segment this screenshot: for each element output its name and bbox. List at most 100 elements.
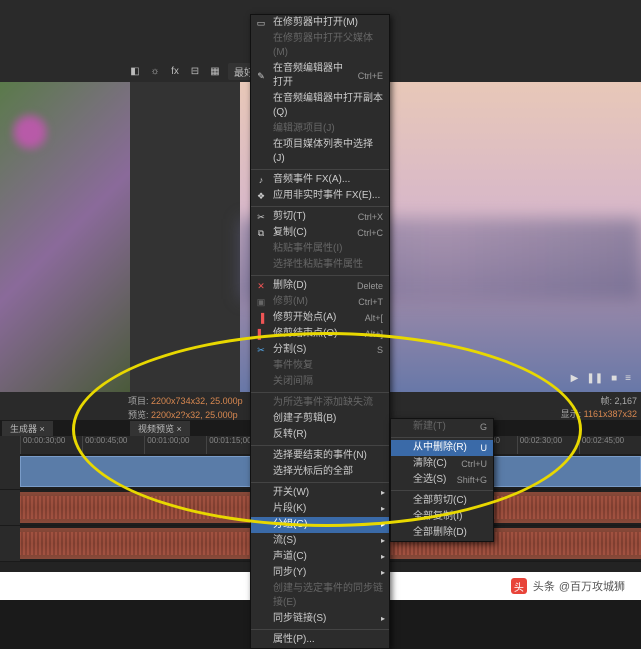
submenu-remove-from[interactable]: 从中删除(R) U: [391, 440, 493, 456]
menu-copy[interactable]: ⧉复制(C)Ctrl+C: [251, 225, 389, 241]
menu-icon[interactable]: ≡: [625, 373, 631, 384]
menu-select-all-after-cursor[interactable]: 选择光标后的全部: [251, 464, 389, 480]
menu-reverse[interactable]: 反转(R): [251, 427, 389, 443]
context-menu[interactable]: ▭在修剪器中打开(M) 在修剪器中打开父媒体(M) ✎在音频编辑器中打开Ctrl…: [250, 14, 390, 649]
close-icon[interactable]: ×: [40, 424, 45, 434]
submenu-cut-all[interactable]: 全部剪切(C): [391, 493, 493, 509]
menu-label: 在音频编辑器中打开副本(Q): [273, 92, 383, 120]
video-editor-window: ◧ ☼ fx ⊟ ▦ 最好(完整) ▾ ▶ ❚❚ ■ ≡ 项目:: [0, 0, 641, 572]
author-label: @百万攻城狮: [559, 578, 625, 594]
copy-icon: ⧉: [255, 227, 267, 239]
trim-icon: ▣: [255, 296, 267, 308]
menu-label: 创建与选定事件的同步链接(E): [273, 582, 383, 610]
menu-label: 声道(C): [273, 550, 307, 564]
display-label: 显示:: [561, 409, 582, 419]
menu-stream[interactable]: 流(S)▸: [251, 533, 389, 549]
menu-shortcut: G: [472, 420, 487, 434]
menu-label: 修剪开始点(A): [273, 311, 336, 325]
menu-sync-link[interactable]: 同步链接(S)▸: [251, 611, 389, 627]
submenu-select-all[interactable]: 全选(S)Shift+G: [391, 472, 493, 488]
fx-icon[interactable]: fx: [168, 64, 182, 78]
stop-icon[interactable]: ■: [611, 373, 617, 384]
menu-open-in-trimmer[interactable]: ▭在修剪器中打开(M): [251, 15, 389, 31]
chevron-right-icon: ▸: [381, 502, 385, 516]
preview-mode-icon[interactable]: ◧: [128, 64, 142, 78]
menu-label: 新建(T): [413, 420, 446, 434]
menu-shortcut: U: [473, 441, 488, 455]
menu-open-copy-in-audio-editor[interactable]: 在音频编辑器中打开副本(Q): [251, 91, 389, 121]
menu-separator: [251, 482, 389, 483]
menu-split[interactable]: ✂ 分割(S) S: [251, 342, 389, 358]
menu-open-in-audio-editor[interactable]: ✎在音频编辑器中打开Ctrl+E: [251, 61, 389, 91]
menu-select-events-to-end[interactable]: 选择要结束的事件(N): [251, 448, 389, 464]
split-icon: ✂: [255, 344, 267, 356]
preview-value: 2200x2?x32, 25.000p: [151, 410, 238, 420]
menu-group[interactable]: 分组(G)▸: [251, 517, 389, 533]
chevron-right-icon: ▸: [381, 486, 385, 500]
submenu-clear[interactable]: 清除(C)Ctrl+U: [391, 456, 493, 472]
menu-label: 在修剪器中打开父媒体(M): [273, 32, 383, 60]
ruler-tick: 00:02:45;00: [579, 436, 641, 454]
menu-trim-end[interactable]: ▌修剪结束点(O)Alt+]: [251, 326, 389, 342]
split-icon[interactable]: ⊟: [188, 64, 202, 78]
menu-add-missing-stream: 为所选事件添加缺失流: [251, 395, 389, 411]
chevron-right-icon: ▸: [381, 518, 385, 532]
menu-shortcut: S: [369, 343, 383, 357]
submenu-copy-all[interactable]: 全部复制(I): [391, 509, 493, 525]
menu-label: 音频事件 FX(A)...: [273, 173, 350, 187]
ruler-tick: 00:01:00;00: [144, 436, 206, 454]
play-icon[interactable]: ▶: [571, 373, 579, 384]
quality-icon[interactable]: ☼: [148, 64, 162, 78]
menu-label: 粘贴事件属性(I): [273, 242, 342, 256]
menu-label: 全部复制(I): [413, 510, 462, 524]
pause-icon[interactable]: ❚❚: [586, 373, 603, 384]
close-icon[interactable]: ×: [177, 424, 182, 434]
chevron-right-icon: ▸: [381, 612, 385, 626]
tab-video-preview[interactable]: 视频预览 ×: [130, 421, 190, 436]
menu-label: 分割(S): [273, 343, 306, 357]
menu-separator: [251, 169, 389, 170]
menu-paste-event-attributes: 粘贴事件属性(I): [251, 241, 389, 257]
menu-cut[interactable]: ✂剪切(T)Ctrl+X: [251, 209, 389, 225]
fx-icon: ♪: [255, 174, 267, 186]
trimmer-icon: ▭: [255, 17, 267, 29]
cut-icon: ✂: [255, 211, 267, 223]
menu-label: 关闭间隔: [273, 375, 313, 389]
project-info: 项目: 2200x734x32, 25.000p: [128, 394, 243, 407]
track-header[interactable]: [0, 526, 20, 562]
menu-take[interactable]: 片段(K)▸: [251, 501, 389, 517]
tab-generator[interactable]: 生成器 ×: [2, 421, 53, 436]
delete-icon: ✕: [255, 280, 267, 292]
ruler-tick: 00:02:30;00: [517, 436, 579, 454]
overlay-icon[interactable]: ▦: [208, 64, 222, 78]
menu-label: 在项目媒体列表中选择(J): [273, 138, 383, 166]
track-header[interactable]: 音乐): [0, 454, 20, 490]
menu-trim-start[interactable]: ▐修剪开始点(A)Alt+[: [251, 310, 389, 326]
menu-label: 修剪(M): [273, 295, 308, 309]
menu-delete[interactable]: ✕删除(D)Delete: [251, 278, 389, 294]
menu-apply-non-realtime-fx[interactable]: ❖应用非实时事件 FX(E)...: [251, 188, 389, 204]
menu-create-subclip[interactable]: 创建子剪辑(B): [251, 411, 389, 427]
menu-shortcut: Alt+]: [357, 327, 383, 341]
menu-label: 删除(D): [273, 279, 307, 293]
context-submenu-group[interactable]: 新建(T) G 从中删除(R) U 清除(C)Ctrl+U 全选(S)Shift+G…: [390, 418, 494, 542]
chevron-right-icon: ▸: [381, 566, 385, 580]
menu-label: 从中删除(R): [413, 441, 467, 455]
project-label: 项目:: [128, 396, 149, 406]
frame-label: 帧:: [600, 396, 612, 406]
menu-audio-event-fx[interactable]: ♪ 音频事件 FX(A)...: [251, 172, 389, 188]
menu-properties[interactable]: 属性(P)...: [251, 632, 389, 648]
menu-label: 全部删除(D): [413, 526, 467, 540]
project-value: 2200x734x32, 25.000p: [151, 396, 243, 406]
ruler-tick: 00:00:30;00: [20, 436, 82, 454]
menu-label: 选择光标后的全部: [273, 465, 353, 479]
menu-sync[interactable]: 同步(Y)▸: [251, 565, 389, 581]
menu-shortcut: Ctrl+U: [453, 457, 487, 471]
submenu-delete-all[interactable]: 全部删除(D): [391, 525, 493, 541]
menu-event-restore: 事件恢复: [251, 358, 389, 374]
menu-channels[interactable]: 声道(C)▸: [251, 549, 389, 565]
menu-select-in-media-list[interactable]: 在项目媒体列表中选择(J): [251, 137, 389, 167]
menu-label: 创建子剪辑(B): [273, 412, 336, 426]
track-header[interactable]: 音乐): [0, 490, 20, 526]
menu-switch[interactable]: 开关(W)▸: [251, 485, 389, 501]
